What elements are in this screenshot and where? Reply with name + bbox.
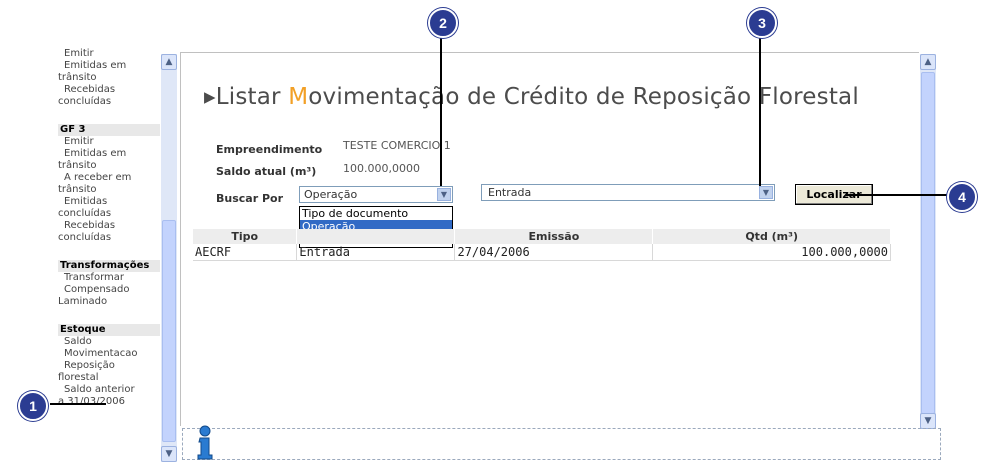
sidebar-item-gf3-a-receber[interactable]: A receber em bbox=[62, 172, 160, 184]
empreendimento-value: TESTE COMERCIO 1 bbox=[343, 139, 451, 152]
sidebar-item-concluidas[interactable]: concluídas bbox=[58, 96, 160, 108]
cell-emissao: 27/04/2006 bbox=[454, 244, 654, 261]
saldo-label: Saldo atual (m³) bbox=[216, 165, 317, 178]
results-table: Tipo Emissão Qtd (m³) AECRF Entrada 27/0… bbox=[193, 229, 891, 261]
sidebar-item-saldo[interactable]: Saldo bbox=[62, 336, 160, 348]
sidebar-section-transformacoes: Transformações bbox=[58, 260, 160, 272]
sidebar-item-transformar[interactable]: Transformar bbox=[62, 272, 160, 284]
sidebar-item-gf3-concluidas[interactable]: concluídas bbox=[58, 208, 160, 220]
sidebar-item-emitidas-em[interactable]: Emitidas em bbox=[62, 60, 160, 72]
title-accent-letter: M bbox=[288, 84, 309, 110]
sidebar-section-estoque: Estoque bbox=[58, 324, 160, 336]
sidebar-item-gf3-transito[interactable]: trânsito bbox=[58, 160, 160, 172]
info-frame bbox=[182, 428, 941, 460]
callout-4-line bbox=[846, 194, 947, 196]
option-tipo-documento[interactable]: Tipo de documento bbox=[300, 207, 452, 220]
empreendimento-label: Empreendimento bbox=[216, 143, 323, 156]
sidebar-item-gf3-transito-2[interactable]: trânsito bbox=[58, 184, 160, 196]
sidebar-item-gf3-concluidas-2[interactable]: concluídas bbox=[58, 232, 160, 244]
sidebar-item-gf3-emitidas[interactable]: Emitidas bbox=[62, 196, 160, 208]
callout-2: 2 bbox=[428, 8, 458, 38]
dropdown-arrow-icon[interactable]: ▼ bbox=[759, 186, 773, 199]
sidebar-item-gf3-emitir[interactable]: Emitir bbox=[62, 136, 160, 148]
col-emissao[interactable]: Emissão bbox=[454, 229, 654, 244]
sidebar-item-data[interactable]: a 31/03/2006 bbox=[58, 396, 160, 408]
cell-tipo: AECRF bbox=[193, 244, 298, 261]
main-scroll-thumb[interactable] bbox=[921, 72, 935, 414]
scroll-down-arrow-icon[interactable]: ▼ bbox=[920, 413, 936, 429]
callout-1: 1 bbox=[18, 391, 48, 421]
col-tipo[interactable]: Tipo bbox=[193, 229, 298, 244]
scroll-up-arrow-icon[interactable]: ▲ bbox=[920, 54, 936, 70]
sidebar-item-compensado[interactable]: Compensado bbox=[62, 284, 160, 296]
sidebar-scroll-thumb[interactable] bbox=[162, 220, 176, 442]
title-prefix: ▸Listar bbox=[204, 84, 289, 110]
sidebar-item-recebidas[interactable]: Recebidas bbox=[62, 84, 160, 96]
filter-value-select[interactable]: Entrada ▼ bbox=[481, 184, 775, 201]
sidebar-item-saldo-anterior[interactable]: Saldo anterior bbox=[62, 384, 160, 396]
filter-value: Entrada bbox=[488, 186, 532, 199]
info-icon bbox=[197, 425, 213, 460]
cell-qtd: 100.000,0000 bbox=[652, 244, 891, 261]
buscar-por-label: Buscar Por bbox=[216, 192, 284, 205]
table-header-row: Tipo Emissão Qtd (m³) bbox=[193, 229, 891, 244]
sidebar-menu: Emitir Emitidas em trânsito Recebidas co… bbox=[58, 48, 160, 462]
col-operacao[interactable] bbox=[296, 229, 456, 244]
sidebar-scrollbar[interactable]: ▲ ▼ bbox=[161, 54, 177, 462]
callout-1-line bbox=[50, 403, 106, 405]
buscar-por-value: Operação bbox=[304, 188, 358, 201]
sidebar-item-florestal[interactable]: florestal bbox=[58, 372, 160, 384]
sidebar-item-gf3-emitidas-em[interactable]: Emitidas em bbox=[62, 148, 160, 160]
title-rest: ovimentação de Crédito de Reposição Flor… bbox=[308, 84, 859, 110]
main-scrollbar[interactable]: ▲ ▼ bbox=[920, 54, 936, 429]
col-qtd[interactable]: Qtd (m³) bbox=[652, 229, 891, 244]
dropdown-arrow-icon[interactable]: ▼ bbox=[437, 188, 451, 201]
sidebar-item-gf3-recebidas[interactable]: Recebidas bbox=[62, 220, 160, 232]
scroll-down-arrow-icon[interactable]: ▼ bbox=[161, 446, 177, 462]
scroll-up-arrow-icon[interactable]: ▲ bbox=[161, 54, 177, 70]
sidebar-item-emitir[interactable]: Emitir bbox=[62, 48, 160, 60]
sidebar-item-reposicao[interactable]: Reposição bbox=[62, 360, 160, 372]
table-row[interactable]: AECRF Entrada 27/04/2006 100.000,0000 bbox=[193, 244, 891, 261]
callout-4: 4 bbox=[947, 182, 977, 212]
cell-operacao: Entrada bbox=[296, 244, 456, 261]
sidebar-section-gf3: GF 3 bbox=[58, 124, 160, 136]
saldo-value: 100.000,0000 bbox=[343, 162, 420, 175]
callout-2-line bbox=[440, 34, 442, 186]
sidebar-item-laminado[interactable]: Laminado bbox=[58, 296, 160, 308]
callout-3: 3 bbox=[747, 8, 777, 38]
buscar-por-select[interactable]: Operação ▼ bbox=[299, 186, 453, 203]
sidebar-item-movimentacao[interactable]: Movimentacao bbox=[62, 348, 160, 360]
callout-3-line bbox=[759, 34, 761, 186]
sidebar-item-transito[interactable]: trânsito bbox=[58, 72, 160, 84]
